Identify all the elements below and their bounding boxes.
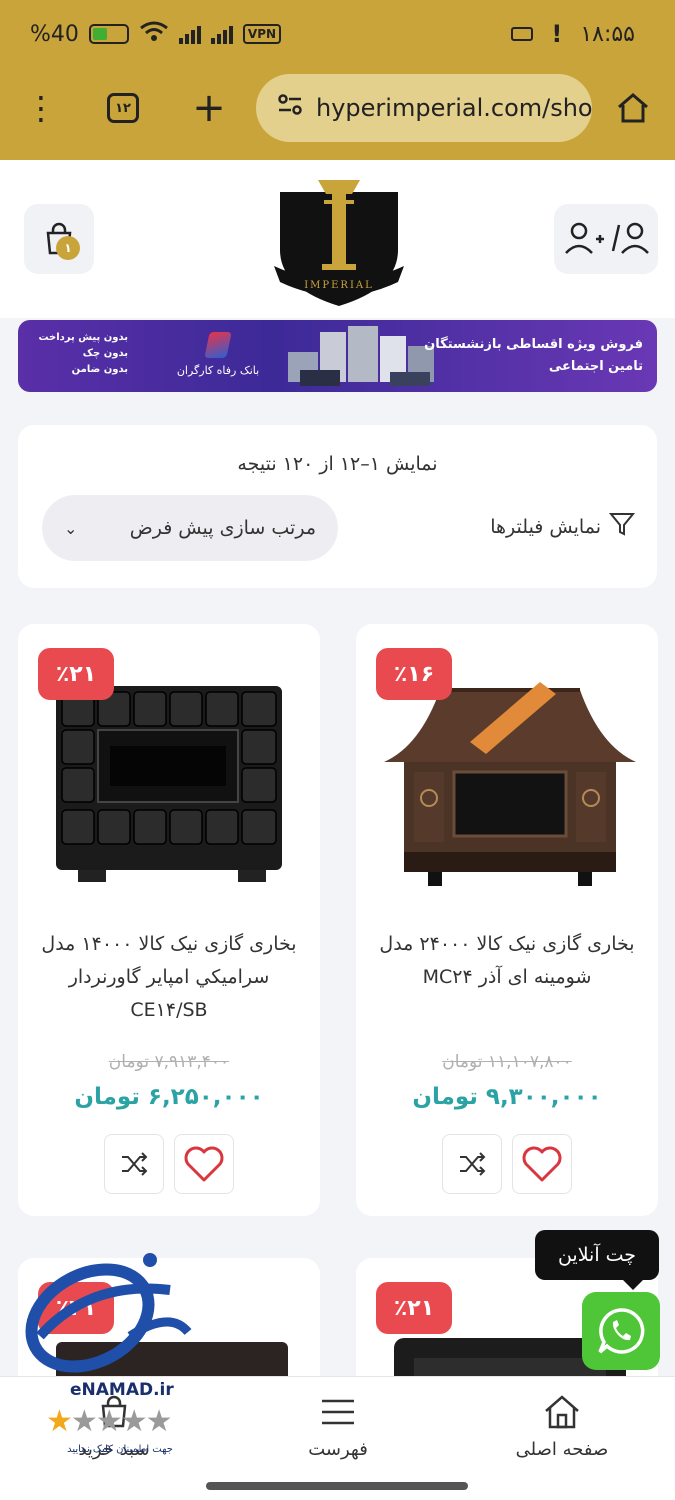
promo-banner[interactable]: بدون پیش پرداخت بدون چک بدون ضامن بانک ر… — [18, 320, 657, 392]
more-menu-icon[interactable]: ⋮ — [16, 78, 66, 138]
bank-name: بانک رفاه کارگران — [176, 364, 260, 377]
bank-mark-icon — [204, 332, 232, 358]
banner-term: بدون ضامن — [71, 364, 128, 375]
shuffle-icon — [122, 1152, 148, 1176]
nav-home[interactable]: صفحه اصلی — [482, 1389, 642, 1460]
account-button[interactable] — [554, 204, 658, 274]
enamad-logo — [25, 1253, 192, 1373]
discount-badge: ٪۱۶ — [376, 648, 452, 700]
logo-wordmark: IMPERIAL — [304, 280, 374, 291]
product-title[interactable]: بخاری گازی نیک کالا ۲۴۰۰۰ مدل شومینه ای … — [372, 928, 642, 994]
heart-icon — [184, 1146, 224, 1182]
results-toolbar: نمایش ۱–۱۲ از ۱۲۰ نتیجه مرتب سازی پیش فر… — [18, 425, 657, 588]
signal-icon-1 — [178, 24, 201, 44]
battery-percent: %40 — [30, 21, 79, 47]
url-text: hyperimperial.com/shop — [316, 94, 592, 122]
nav-menu-label: فهرست — [308, 1439, 368, 1460]
sale-price: ۹,۳۰۰,۰۰۰ تومان — [412, 1084, 602, 1110]
site-settings-icon[interactable] — [278, 94, 302, 122]
vpn-badge: VPN — [242, 24, 282, 44]
heart-icon — [522, 1146, 562, 1182]
enamad-rating-stars: ★★★★★ — [46, 1404, 173, 1439]
sort-label: مرتب سازی پیش فرض — [129, 517, 316, 539]
nav-home-label: صفحه اصلی — [515, 1439, 609, 1460]
star-icon: ★ — [120, 1404, 148, 1439]
site-header: ۱ IMPERIAL — [0, 160, 675, 318]
cart-button[interactable]: ۱ — [24, 204, 94, 274]
home-icon[interactable] — [608, 78, 658, 138]
compare-button[interactable] — [104, 1134, 164, 1194]
alert-icon: ! — [551, 20, 563, 48]
product-card[interactable]: ٪۱۶ بخاری گازی نیک کالا ۲۴۰۰۰ مدل شومینه… — [356, 624, 658, 1216]
old-price: ۱۱,۱۰۷,۸۰۰ تومان — [442, 1052, 572, 1072]
status-bar: %40 VPN ! ۱۸:۵۵ — [0, 14, 675, 54]
browser-chrome: %40 VPN ! ۱۸:۵۵ ⋮ ۱۲ + hyperimperial.com… — [0, 0, 675, 160]
star-icon: ★ — [95, 1404, 123, 1439]
appliances-image — [288, 326, 434, 386]
hamburger-menu-icon — [258, 1389, 418, 1435]
sale-price: ۶,۲۵۰,۰۰۰ تومان — [74, 1084, 264, 1110]
signal-icon-2 — [210, 24, 233, 44]
old-price: ۷,۹۱۳,۴۰۰ تومان — [108, 1052, 230, 1072]
compare-button[interactable] — [442, 1134, 502, 1194]
shuffle-icon — [460, 1152, 486, 1176]
tab-switcher-button[interactable]: ۱۲ — [98, 78, 148, 138]
tab-count: ۱۲ — [107, 93, 139, 123]
discount-badge: ٪۲۱ — [38, 648, 114, 700]
product-title[interactable]: بخاری گازی نیک کالا ۱۴۰۰۰ مدل سرامیکي ام… — [34, 928, 304, 1027]
star-icon: ★ — [145, 1404, 173, 1439]
star-icon-filled: ★ — [46, 1404, 73, 1439]
filter-icon — [608, 511, 636, 542]
online-chat-tooltip[interactable]: چت آنلاین — [535, 1230, 659, 1290]
results-count: نمایش ۱–۱۲ از ۱۲۰ نتیجه — [237, 453, 438, 475]
product-card[interactable]: ٪۲۱ بخاری گازی نیک کالا ۱۴۰۰۰ مدل سرامیک… — [18, 624, 320, 1216]
whatsapp-icon — [598, 1308, 645, 1354]
cart-count-badge: ۱ — [56, 236, 80, 260]
banner-headline: فروش ویژه اقساطی بازنشستگان تامین اجتماع… — [424, 334, 643, 378]
browser-toolbar: ⋮ ۱۲ + hyperimperial.com/shop — [0, 70, 675, 146]
chevron-down-icon: ⌄ — [64, 518, 78, 538]
product-image-fireplace-heater[interactable] — [380, 680, 640, 890]
show-filters-button[interactable]: نمایش فیلترها — [490, 511, 636, 542]
enamad-trust-seal[interactable]: eNAMAD.ir ★★★★★ جهت اطمینان کلیک نمایید — [20, 1240, 200, 1470]
star-icon: ★ — [70, 1404, 98, 1439]
gesture-bar — [206, 1482, 468, 1490]
clock: ۱۸:۵۵ — [580, 21, 635, 47]
enamad-subtitle: جهت اطمینان کلیک نمایید — [67, 1444, 173, 1455]
discount-badge: ٪۲۱ — [376, 1282, 452, 1334]
banner-terms: بدون پیش پرداخت بدون چک بدون ضامن — [32, 330, 128, 378]
imperial-logo[interactable]: IMPERIAL — [270, 170, 408, 310]
enamad-brand: eNAMAD.ir — [70, 1380, 174, 1400]
user-login-icon — [565, 222, 649, 254]
product-image-ceramic-heater[interactable] — [42, 680, 302, 890]
sort-dropdown[interactable]: مرتب سازی پیش فرض ⌄ — [42, 495, 338, 561]
banner-term: بدون پیش پرداخت — [38, 332, 128, 343]
banner-headline-line1: فروش ویژه اقساطی بازنشستگان — [424, 337, 643, 352]
new-tab-button[interactable]: + — [184, 78, 234, 138]
whatsapp-chat-button[interactable] — [582, 1292, 660, 1370]
home-icon — [482, 1389, 642, 1435]
wishlist-button[interactable] — [174, 1134, 234, 1194]
wifi-icon — [139, 20, 169, 48]
bank-logo: بانک رفاه کارگران — [158, 332, 278, 377]
sim-icon — [511, 27, 534, 41]
filter-label: نمایش فیلترها — [490, 515, 601, 538]
wishlist-button[interactable] — [512, 1134, 572, 1194]
address-bar[interactable]: hyperimperial.com/shop — [256, 74, 592, 142]
nav-menu[interactable]: فهرست — [258, 1389, 418, 1460]
battery-icon — [88, 24, 129, 44]
banner-headline-line2: تامین اجتماعی — [548, 359, 643, 374]
banner-term: بدون چک — [82, 348, 128, 359]
